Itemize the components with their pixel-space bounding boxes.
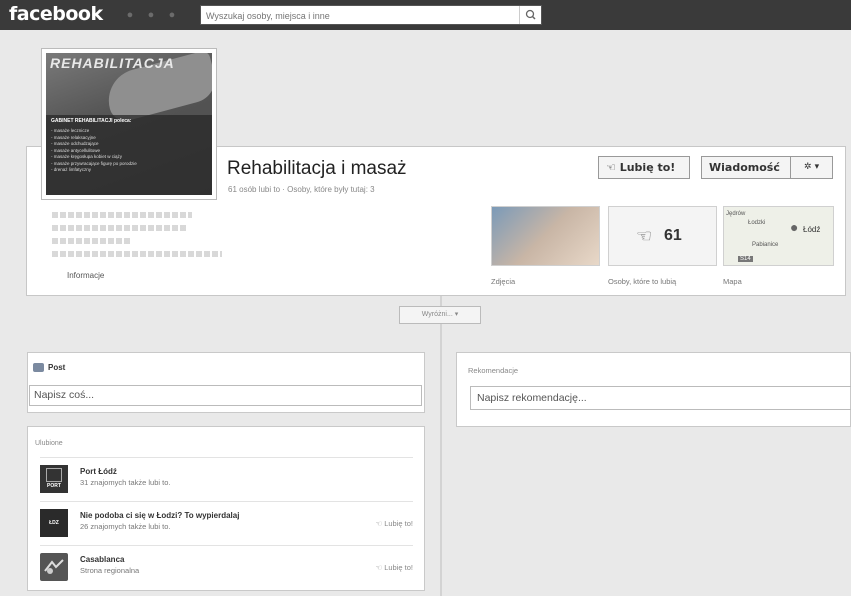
favorite-subtext: Strona regionalna <box>80 566 140 575</box>
post-input[interactable]: Napisz coś... <box>29 385 422 406</box>
casablanca-icon[interactable] <box>40 553 68 581</box>
services-box: GABINET REHABILITACJI poleca: - masaże l… <box>46 115 212 195</box>
recommendations-header: Rekomendacje <box>468 366 519 375</box>
profile-picture-title: REHABILITACJA <box>50 55 175 71</box>
friend-requests-icon[interactable]: ● <box>124 9 136 21</box>
thumbs-up-icon: ☜ <box>636 226 653 246</box>
search-icon <box>525 9 536 20</box>
map-text: Łódź <box>803 225 821 234</box>
thumbs-up-icon: ☜ <box>606 161 616 174</box>
thumb-text: PORT <box>47 483 61 489</box>
photos-label[interactable]: Zdjęcia <box>491 277 515 286</box>
likes-count: 61 <box>664 227 682 244</box>
thumbs-up-icon: ☜ <box>375 563 383 572</box>
favorite-name[interactable]: Casablanca <box>80 555 124 564</box>
facebook-logo[interactable]: facebook <box>9 3 103 25</box>
map-road-badge: S14 <box>738 256 753 262</box>
post-tab-label: Post <box>48 363 66 372</box>
post-icon <box>33 363 44 373</box>
map-text: Łodzki <box>748 220 766 226</box>
favorite-item[interactable]: ŁDZ Nie podoba ci się w Łodzi? To wypier… <box>40 501 413 545</box>
photos-tile[interactable] <box>491 206 600 266</box>
map-label[interactable]: Mapa <box>723 277 742 286</box>
like-page-button[interactable]: ☜ Lubię to! <box>598 156 690 179</box>
like-label: Lubię to! <box>384 563 413 572</box>
map-text: Pabianice <box>752 242 779 248</box>
favorites-header: Ulubione <box>35 440 63 447</box>
favorite-like-button[interactable]: ☜ Lubię to! <box>375 563 413 572</box>
highlight-dropdown[interactable]: Wyróżni... ▾ <box>399 306 481 324</box>
messages-icon[interactable]: ● <box>145 9 157 21</box>
settings-gear-button[interactable]: ✲ ▾ <box>790 156 833 179</box>
search-box <box>200 5 542 25</box>
favorite-item[interactable]: PORT Port Łódź 31 znajomych także lubi t… <box>40 457 413 501</box>
favorite-subtext: 26 znajomych także lubi to. <box>80 522 171 531</box>
service-line: - drenaż limfatyczny <box>51 167 92 172</box>
page-subtitle: 61 osób lubi to · Osoby, które były tuta… <box>228 185 375 194</box>
notifications-icon[interactable]: ● <box>166 9 178 21</box>
favorites-box: Ulubione PORT Port Łódź 31 znajomych tak… <box>27 426 425 591</box>
search-button[interactable] <box>519 6 541 24</box>
services-header: GABINET REHABILITACJI poleca: <box>51 118 132 124</box>
likes-label[interactable]: Osoby, które to lubią <box>608 277 676 286</box>
favorite-name[interactable]: Port Łódź <box>80 467 117 476</box>
recommendations-box: Rekomendacje Napisz rekomendację... <box>456 352 851 427</box>
page-title[interactable]: Rehabilitacja i masaż <box>227 158 407 180</box>
info-link[interactable]: Informacje <box>67 271 104 280</box>
favorite-thumbnail[interactable]: PORT <box>40 465 68 493</box>
thumbs-up-icon: ☜ <box>375 519 383 528</box>
map-tile[interactable]: Jędrów Łodzki ● Łódź Pabianice S14 <box>723 206 834 266</box>
timeline-spine <box>440 296 442 596</box>
favorite-item[interactable]: Casablanca Strona regionalna ☜ Lubię to! <box>40 545 413 589</box>
profile-picture[interactable]: REHABILITACJA GABINET REHABILITACJI pole… <box>41 48 217 200</box>
favorite-like-button[interactable]: ☜ Lubię to! <box>375 519 413 528</box>
likes-tile[interactable]: ☜ 61 <box>608 206 717 266</box>
post-tab[interactable]: Post <box>33 363 66 373</box>
message-button[interactable]: Wiadomość <box>701 156 791 179</box>
recommendation-input[interactable]: Napisz rekomendację... <box>470 386 851 410</box>
like-label: Lubię to! <box>384 519 413 528</box>
favorite-subtext: 31 znajomych także lubi to. <box>80 478 171 487</box>
top-bar: facebook ● ● ● <box>0 0 851 30</box>
search-input[interactable] <box>201 7 519 25</box>
map-text: Jędrów <box>726 211 746 217</box>
map-pin-icon: ● <box>790 219 799 235</box>
favorite-thumbnail[interactable]: ŁDZ <box>40 509 68 537</box>
thumb-text: ŁDZ <box>49 520 59 526</box>
favorite-name[interactable]: Nie podoba ci się w Łodzi? To wypierdala… <box>80 511 239 520</box>
post-composer: Post Napisz coś... <box>27 352 425 413</box>
like-button-label: Lubię to! <box>619 161 676 174</box>
page-info-blurred <box>52 212 222 264</box>
